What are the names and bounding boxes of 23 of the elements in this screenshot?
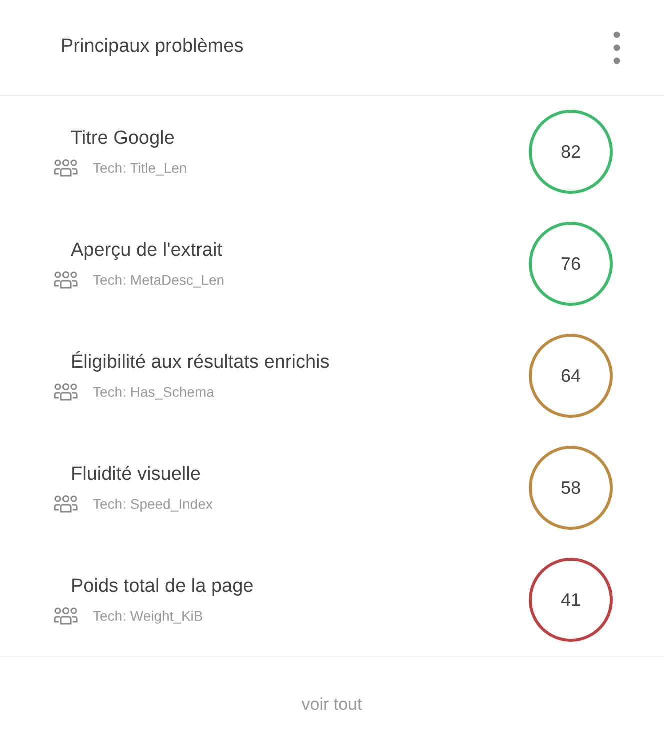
people-icon — [54, 495, 78, 514]
tech-label: Tech: Has_Schema — [93, 382, 214, 402]
tech-label: Tech: Title_Len — [93, 158, 188, 178]
see-all-link[interactable]: voir tout — [302, 692, 362, 718]
score-ring: 64 — [529, 334, 613, 418]
people-icon — [54, 383, 78, 402]
issue-title: Poids total de la page — [71, 575, 254, 600]
issue-title: Éligibilité aux résultats enrichis — [71, 350, 330, 376]
score-ring: 58 — [529, 446, 613, 530]
more-options-icon[interactable] — [612, 30, 622, 64]
tech-label: Tech: Speed_Index — [93, 494, 213, 514]
score-ring: 82 — [529, 110, 613, 194]
issue-title: Fluidité visuelle — [71, 463, 202, 488]
people-icon — [54, 607, 78, 626]
score-ring: 76 — [529, 222, 613, 306]
tech-label: Tech: Weight_KiB — [93, 606, 204, 626]
card-title: Principaux problèmes — [61, 35, 244, 60]
score-ring: 41 — [529, 558, 613, 642]
people-icon — [54, 271, 78, 290]
issue-title: Aperçu de l'extrait — [71, 239, 224, 264]
issue-title: Titre Google — [71, 127, 176, 152]
people-icon — [54, 159, 78, 178]
tech-label: Tech: MetaDesc_Len — [93, 270, 225, 290]
